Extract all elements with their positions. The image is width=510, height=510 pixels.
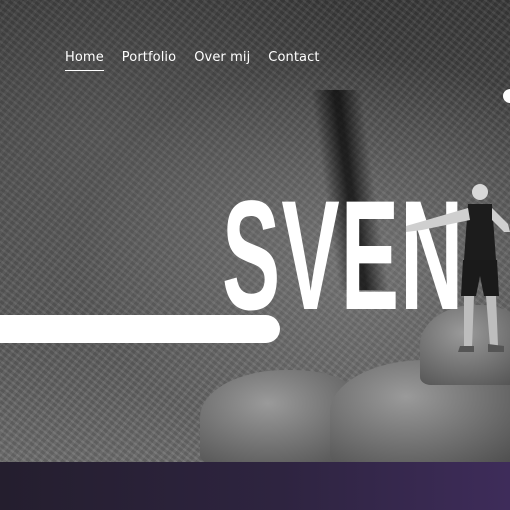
nav-over-mij[interactable]: Over mij <box>194 50 250 71</box>
main-nav: Home Portfolio Over mij Contact <box>65 50 320 71</box>
nav-home[interactable]: Home <box>65 50 104 71</box>
footer-band <box>0 462 510 510</box>
menu-toggle-icon[interactable] <box>503 89 510 103</box>
hero-section: Home Portfolio Over mij Contact SVEN <box>0 0 510 462</box>
nav-contact[interactable]: Contact <box>268 50 319 71</box>
nav-portfolio[interactable]: Portfolio <box>122 50 176 71</box>
person-arms-outstretched-icon <box>406 184 510 352</box>
